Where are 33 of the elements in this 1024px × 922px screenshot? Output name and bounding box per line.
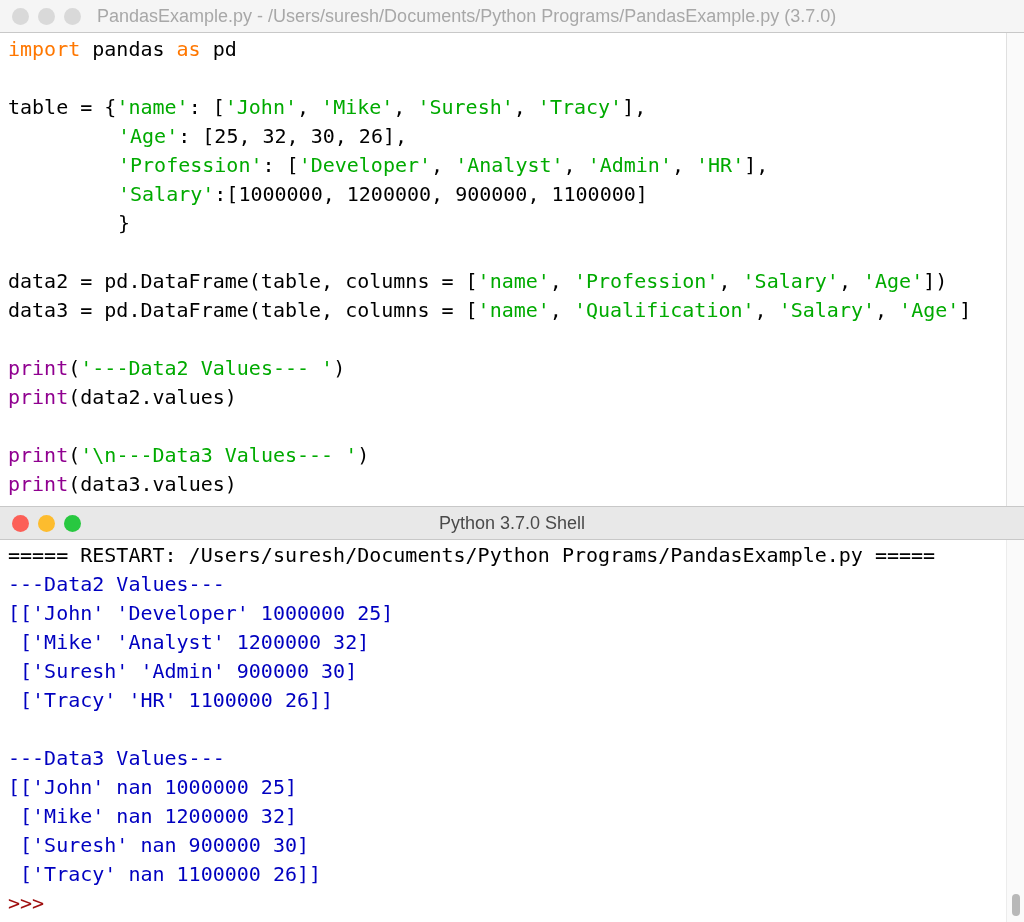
shell-line: [['John' nan 1000000 25]: [8, 774, 297, 801]
shell-line: ['Suresh' nan 900000 30]: [19, 832, 310, 859]
shell-line: ['Suresh' 'Admin' 900000 30]: [19, 658, 358, 685]
code-line: print('---Data2 Values--- '): [8, 355, 346, 382]
shell-line: ['Tracy' 'HR' 1100000 26]]: [19, 687, 334, 714]
shell-line: ---Data3 Values---: [8, 745, 225, 772]
code-line: 'Salary':[1000000, 1200000, 900000, 1100000]: [118, 181, 648, 208]
window-title: Python 3.7.0 Shell: [438, 511, 586, 535]
code-line: }: [118, 210, 131, 237]
zoom-button[interactable]: [64, 514, 81, 532]
shell-line: ['Tracy' nan 1100000 26]]: [19, 861, 322, 888]
code-line: import pandas as pd: [8, 36, 237, 63]
close-button[interactable]: [12, 7, 29, 25]
code-line: data3 = pd.DataFrame(table, columns = ['name', 'Qualification', 'Salary', 'Age']: [8, 297, 972, 324]
close-button[interactable]: [12, 514, 29, 532]
code-line: print('\n---Data3 Values--- '): [8, 442, 370, 469]
minimize-button[interactable]: [38, 7, 55, 25]
code-line: data2 = pd.DataFrame(table, columns = ['name', 'Profession', 'Salary', 'Age']): [8, 268, 948, 295]
window-title: PandasExample.py - /Users/suresh/Documents/Python Programs/PandasExample.py (3.7.0): [97, 4, 837, 28]
shell-line: ['Mike' nan 1200000 32]: [19, 803, 297, 830]
shell-prompt: >>>: [8, 890, 45, 917]
minimize-button[interactable]: [38, 514, 55, 532]
shell-line: ['Mike' 'Analyst' 1200000 32]: [19, 629, 370, 656]
zoom-button[interactable]: [64, 7, 81, 25]
shell-line: ===== RESTART: /Users/suresh/Documents/Python Programs/PandasExample.py =====: [8, 542, 936, 569]
code-line: 'Profession': ['Developer', 'Analyst', 'Admin', 'HR'],: [118, 152, 769, 179]
scrollbar-thumb[interactable]: [1011, 894, 1020, 916]
shell-line: [['John' 'Developer' 1000000 25]: [8, 600, 394, 627]
code-line: print(data3.values): [8, 471, 237, 498]
code-line: 'Age': [25, 32, 30, 26],: [118, 123, 407, 150]
code-line: table = {'name': ['John', 'Mike', 'Suresh', 'Tracy'],: [8, 94, 647, 121]
code-line: print(data2.values): [8, 384, 237, 411]
shell-line: ---Data2 Values---: [8, 571, 225, 598]
